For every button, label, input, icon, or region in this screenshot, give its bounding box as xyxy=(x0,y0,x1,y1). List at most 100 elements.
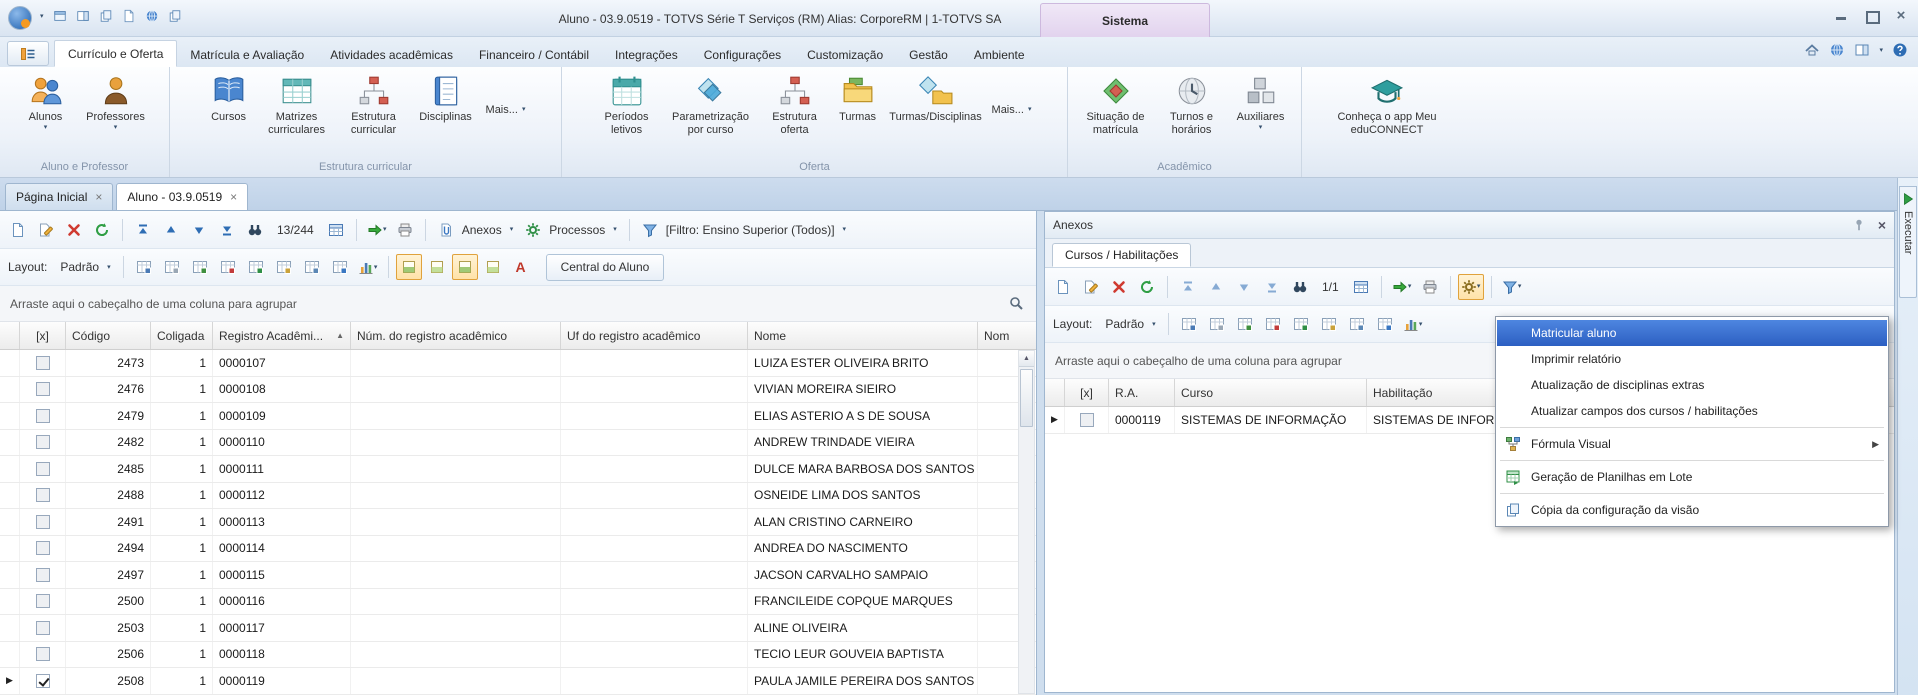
ribbon-button-alunos[interactable]: Alunos ▾ xyxy=(15,72,77,133)
filter-dropdown[interactable]: ▾ xyxy=(1499,274,1525,300)
menu-item-imprimir-relatorio[interactable]: Imprimir relatório xyxy=(1497,346,1887,372)
save-layout-button[interactable] xyxy=(131,254,157,280)
application-menu-button[interactable] xyxy=(7,41,49,66)
ribbon-tab-ambiente[interactable]: Ambiente xyxy=(961,42,1038,67)
ribbon-button-estrutura-curricular[interactable]: Estrutura curricular xyxy=(336,72,412,138)
edit-record-button[interactable] xyxy=(33,217,59,243)
table-row[interactable]: 2476 1 0000108 VIVIAN MOREIRA SIEIRO xyxy=(0,376,1036,403)
app-logo-icon[interactable] xyxy=(8,6,32,30)
new-record-button[interactable] xyxy=(1050,274,1076,300)
table-row[interactable]: 2497 1 0000115 JACSON CARVALHO SAMPAIO xyxy=(0,562,1036,589)
refresh-button[interactable] xyxy=(89,217,115,243)
tab-aluno[interactable]: Aluno - 03.9.0519 × xyxy=(116,183,249,210)
grid-excel-button[interactable] xyxy=(243,254,269,280)
close-tab-icon[interactable]: × xyxy=(230,191,237,203)
first-record-button[interactable] xyxy=(130,217,156,243)
print-button[interactable] xyxy=(392,217,418,243)
delete-record-button[interactable] xyxy=(61,217,87,243)
grid-add-button[interactable] xyxy=(187,254,213,280)
row-checkbox[interactable] xyxy=(20,350,66,376)
table-row[interactable]: 2488 1 0000112 OSNEIDE LIMA DOS SANTOS xyxy=(0,482,1036,509)
close-panel-icon[interactable]: × xyxy=(1878,217,1886,233)
ribbon-button-cursos[interactable]: Cursos xyxy=(200,72,258,126)
table-row[interactable]: 2491 1 0000113 ALAN CRISTINO CARNEIRO xyxy=(0,509,1036,536)
close-tab-icon[interactable]: × xyxy=(95,191,102,203)
font-color-button[interactable]: A xyxy=(508,254,534,280)
layout-select[interactable]: Padrão ▾ xyxy=(1097,311,1160,337)
next-record-button[interactable] xyxy=(1231,274,1257,300)
column-header-nom[interactable]: Nom xyxy=(978,322,1036,349)
row-checkbox[interactable] xyxy=(20,641,66,667)
ribbon-button-auxiliares[interactable]: Auxiliares ▾ xyxy=(1228,72,1294,133)
column-header-nome[interactable]: Nome xyxy=(748,322,978,349)
ribbon-button-turmas[interactable]: Turmas xyxy=(830,72,886,126)
table-row[interactable]: 2500 1 0000116 FRANCILEIDE COPQUE MARQUE… xyxy=(0,588,1036,615)
row-checkbox[interactable] xyxy=(20,535,66,561)
column-header-registro[interactable]: Registro Acadêmi... ▲ xyxy=(213,322,351,349)
page-icon[interactable] xyxy=(122,9,136,23)
execute-button[interactable]: ▾ xyxy=(1389,274,1415,300)
search-records-button[interactable] xyxy=(1287,274,1313,300)
menu-item-atualizacao-disciplinas-extras[interactable]: Atualização de disciplinas extras xyxy=(1497,372,1887,398)
table-row[interactable]: 2506 1 0000118 TECIO LEUR GOUVEIA BAPTIS… xyxy=(0,641,1036,668)
filter-dropdown[interactable]: [Filtro: Ensino Superior (Todos)] ▾ xyxy=(637,217,851,243)
ribbon-button-mais-oferta[interactable]: Mais... ▾ xyxy=(986,100,1038,120)
table-row[interactable]: 2479 1 0000109 ELIAS ASTERIO A S DE SOUS… xyxy=(0,403,1036,430)
new-window-icon[interactable] xyxy=(53,9,67,23)
column-header-checkbox[interactable]: [x] xyxy=(20,322,66,349)
menu-item-formula-visual[interactable]: Fórmula Visual ▶ xyxy=(1497,431,1887,457)
row-checkbox[interactable] xyxy=(20,429,66,455)
grid-excel-button[interactable] xyxy=(1288,311,1314,337)
menu-item-atualizar-campos-cursos[interactable]: Atualizar campos dos cursos / habilitaçõ… xyxy=(1497,398,1887,424)
processos-dropdown[interactable]: Processos ▾ xyxy=(520,217,622,243)
copy-pages-icon[interactable] xyxy=(99,9,113,23)
ribbon-tab-matricula-e-avaliacao[interactable]: Matrícula e Avaliação xyxy=(177,42,317,67)
column-header-coligada[interactable]: Coligada xyxy=(151,322,213,349)
column-header-curso[interactable]: Curso xyxy=(1175,379,1367,406)
grid-export-button[interactable] xyxy=(215,254,241,280)
previous-record-button[interactable] xyxy=(1203,274,1229,300)
collapse-ribbon-icon[interactable] xyxy=(1804,42,1820,58)
ribbon-tab-configuracoes[interactable]: Configurações xyxy=(691,42,794,67)
ribbon-button-estrutura-oferta[interactable]: Estrutura oferta xyxy=(760,72,830,138)
save-layout-button[interactable] xyxy=(1176,311,1202,337)
scroll-up-icon[interactable]: ▲ xyxy=(1019,351,1034,367)
search-icon[interactable] xyxy=(1008,295,1024,311)
executar-tab[interactable]: Executar xyxy=(1899,186,1917,298)
column-header-num-registro[interactable]: Núm. do registro acadêmico xyxy=(351,322,561,349)
processos-dropdown-open[interactable]: ▾ xyxy=(1457,273,1484,300)
restore-button[interactable] xyxy=(1864,9,1880,24)
new-record-button[interactable] xyxy=(5,217,31,243)
chart-button[interactable]: ▾ xyxy=(1400,311,1426,337)
close-button[interactable]: × xyxy=(1894,8,1908,23)
ribbon-button-matrizes-curriculares[interactable]: Matrizes curriculares xyxy=(258,72,336,138)
chart-button[interactable]: ▾ xyxy=(355,254,381,280)
layout-gray-button[interactable] xyxy=(1204,311,1230,337)
table-row[interactable]: 2482 1 0000110 ANDREW TRINDADE VIEIRA xyxy=(0,429,1036,456)
row-checkbox[interactable] xyxy=(20,509,66,535)
ribbon-button-turnos-e-horarios[interactable]: Turnos e horários xyxy=(1156,72,1228,138)
help-icon[interactable] xyxy=(1892,42,1908,58)
layout-position-1-button[interactable] xyxy=(395,254,422,280)
edit-record-button[interactable] xyxy=(1078,274,1104,300)
tab-pagina-inicial[interactable]: Página Inicial × xyxy=(5,183,114,210)
row-checkbox-checked[interactable] xyxy=(20,668,66,694)
grid-view-button[interactable] xyxy=(1348,274,1374,300)
ribbon-button-mais-estrutura[interactable]: Mais... ▾ xyxy=(480,100,532,120)
last-record-button[interactable] xyxy=(214,217,240,243)
row-checkbox[interactable] xyxy=(20,562,66,588)
table-row[interactable]: 2485 1 0000111 DULCE MARA BARBOSA DOS SA… xyxy=(0,456,1036,483)
layout-position-4-button[interactable] xyxy=(480,254,506,280)
grid-view-button[interactable] xyxy=(323,217,349,243)
row-checkbox[interactable] xyxy=(20,588,66,614)
layout-gray-button[interactable] xyxy=(159,254,185,280)
globe-icon[interactable] xyxy=(145,9,159,23)
ribbon-button-disciplinas[interactable]: Disciplinas xyxy=(412,72,480,126)
last-record-button[interactable] xyxy=(1259,274,1285,300)
ribbon-tab-gestao[interactable]: Gestão xyxy=(896,42,961,67)
row-checkbox[interactable] xyxy=(20,615,66,641)
vertical-scrollbar[interactable]: ▲ xyxy=(1018,350,1035,694)
help-globe-icon[interactable] xyxy=(1829,42,1845,58)
layout-select[interactable]: Padrão ▾ xyxy=(52,254,115,280)
row-checkbox[interactable] xyxy=(20,456,66,482)
